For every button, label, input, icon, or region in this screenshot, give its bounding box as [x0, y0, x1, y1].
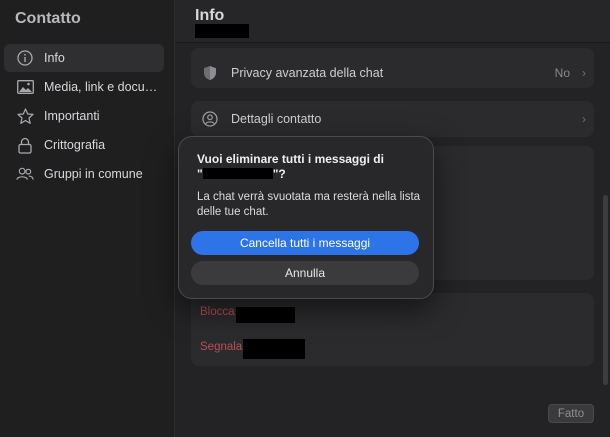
star-icon [16, 107, 34, 125]
contact-details-row[interactable]: Dettagli contatto › [191, 102, 594, 136]
sidebar-item-groups[interactable]: Gruppi in comune [4, 160, 164, 188]
cancel-button[interactable]: Annulla [191, 261, 419, 285]
contact-details-card: Dettagli contatto › [191, 101, 594, 137]
block-label: Blocca [200, 306, 235, 318]
privacy-card: Privacy avanzata della chat No › [191, 48, 594, 88]
sidebar: Contatto Info Media, link e documenti Im… [0, 0, 175, 437]
scrollbar[interactable] [603, 195, 608, 385]
chevron-right-icon: › [582, 112, 586, 126]
image-icon [16, 78, 34, 96]
danger-card: Blocca Segnala [191, 293, 594, 366]
redacted-name [202, 168, 273, 179]
dialog-message: La chat verrà svuotata ma resterà nella … [197, 191, 421, 218]
lock-icon [16, 136, 34, 154]
dialog-title-quote-close: "? [272, 167, 286, 181]
info-icon [16, 49, 34, 67]
redacted-name [236, 307, 295, 323]
confirm-dialog: Vuoi eliminare tutti i messaggi di " "? L… [178, 136, 434, 299]
sidebar-item-label: Media, link e documenti [44, 80, 162, 94]
done-button[interactable]: Fatto [548, 404, 594, 423]
privacy-row[interactable]: Privacy avanzata della chat No › [191, 56, 594, 90]
sidebar-item-info[interactable]: Info [4, 44, 164, 72]
dialog-title: Vuoi eliminare tutti i messaggi di " "? [197, 152, 417, 182]
redacted-name [243, 339, 305, 359]
report-row[interactable]: Segnala [191, 330, 594, 364]
header: Info [175, 0, 610, 43]
person-circle-icon [201, 110, 219, 128]
page-title: Info [195, 7, 225, 24]
sidebar-item-label: Importanti [44, 109, 100, 123]
sidebar-title: Contatto [15, 10, 81, 27]
shield-icon [201, 64, 219, 82]
sidebar-item-label: Crittografia [44, 138, 106, 152]
sidebar-item-media[interactable]: Media, link e documenti [4, 73, 164, 101]
sidebar-item-starred[interactable]: Importanti [4, 102, 164, 130]
redacted-contact-name [195, 24, 249, 38]
privacy-value: No [554, 66, 570, 80]
dialog-title-text: Vuoi eliminare tutti i messaggi di [197, 152, 384, 166]
sidebar-item-label: Gruppi in comune [44, 167, 143, 181]
sidebar-item-encryption[interactable]: Crittografia [4, 131, 164, 159]
chevron-right-icon: › [582, 66, 586, 80]
privacy-label: Privacy avanzata della chat [231, 66, 384, 80]
people-icon [16, 165, 34, 183]
contact-details-label: Dettagli contatto [231, 112, 322, 126]
report-label: Segnala [200, 341, 243, 353]
block-row[interactable]: Blocca [191, 295, 594, 329]
clear-all-messages-button[interactable]: Cancella tutti i messaggi [191, 231, 419, 255]
sidebar-item-label: Info [44, 51, 65, 65]
